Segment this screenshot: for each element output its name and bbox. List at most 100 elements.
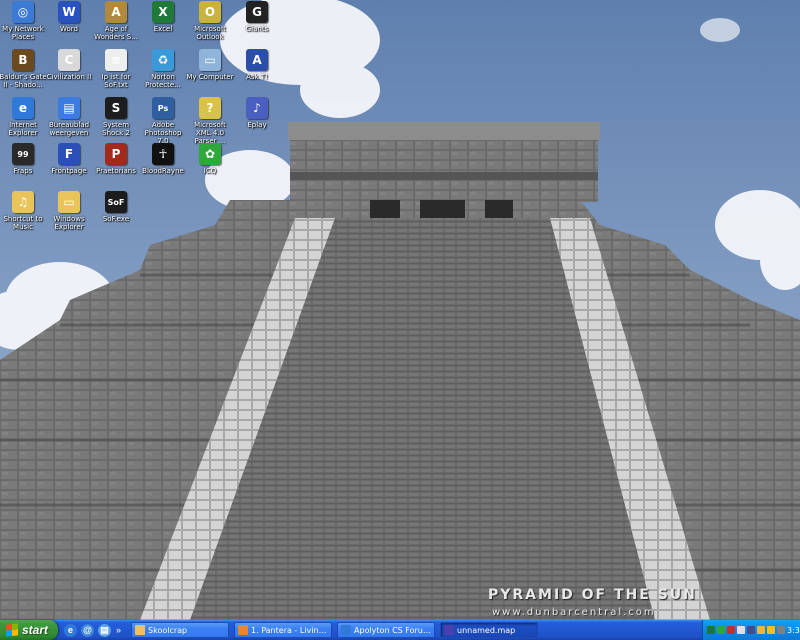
music-folder-icon: ♫ <box>12 191 34 213</box>
desktop-shortcut[interactable]: e Internet Explorer <box>0 97 47 137</box>
desktop-shortcut-label: Adobe Photoshop 7.0 <box>144 121 182 145</box>
antivirus-tray-icon[interactable] <box>777 626 785 634</box>
show-desktop-icon: ▤ <box>58 97 80 119</box>
desktop-shortcut[interactable]: ✿ ICQ <box>186 143 234 175</box>
desktop-shortcut-label: Praetorians <box>96 167 136 175</box>
taskbar-button[interactable]: unnamed.map <box>440 622 539 638</box>
quick-launch-chevron-icon[interactable]: » <box>116 625 121 635</box>
desktop-shortcut[interactable]: ♫ Shortcut to Music <box>0 191 47 231</box>
desktop-shortcut[interactable]: O Microsoft Outlook <box>186 1 234 41</box>
desktop-icon-grid: ◎ My Network Places W Word A Age of Wonders S… <box>0 0 300 240</box>
show-desktop-icon[interactable]: ▤ <box>98 623 111 637</box>
windows-explorer-icon: ▭ <box>58 191 80 213</box>
norton-tray-icon[interactable] <box>767 626 775 634</box>
desktop-shortcut-label: BloodRayne <box>142 167 184 175</box>
age-of-wonders-icon: A <box>105 1 127 23</box>
bloodrayne-icon: ☥ <box>152 143 174 165</box>
taskbar: start e @ ▤ » Skoolcrap 1. Pantera - Living… <box>0 620 800 640</box>
desktop-shortcut[interactable]: ▭ Windows Explorer <box>45 191 93 231</box>
winamp-icon <box>238 625 249 635</box>
network-tray-icon[interactable] <box>707 626 715 634</box>
desktop-shortcut-label: Norton Protecte... <box>145 73 181 89</box>
desktop-shortcut-label: My Computer <box>186 73 234 81</box>
desktop-shortcut-label: Eplay <box>247 121 267 129</box>
desktop-shortcut[interactable]: S System Shock 2 <box>92 97 140 137</box>
text-file-icon: ≡ <box>105 49 127 71</box>
map-editor-icon <box>444 625 455 635</box>
my-computer-icon: ▭ <box>199 49 221 71</box>
taskbar-button[interactable]: Apolyton CS Forums -... <box>337 622 436 638</box>
desktop-shortcut[interactable]: ▭ My Computer <box>186 49 234 81</box>
desktop-shortcut[interactable]: ♪ Eplay <box>233 97 281 129</box>
clock[interactable]: 3:36 <box>787 626 800 635</box>
desktop-shortcut[interactable]: ▤ Bureaublad weergeven <box>45 97 93 137</box>
desktop-shortcut[interactable]: C Civilization II <box>45 49 93 81</box>
desktop-shortcut-label: Civilization II <box>46 73 92 81</box>
taskbar-button[interactable]: 1. Pantera - Living Th... <box>234 622 333 638</box>
system-tray: 3:36 <box>702 620 800 640</box>
desktop-shortcut-label: Excel <box>153 25 173 33</box>
taskbar-button-label: Skoolcrap <box>148 625 188 635</box>
desktop-shortcut[interactable]: Ps Adobe Photoshop 7.0 <box>139 97 187 145</box>
desktop-shortcut[interactable]: ◎ My Network Places <box>0 1 47 41</box>
system-shock-icon: S <box>105 97 127 119</box>
desktop-shortcut[interactable]: X Excel <box>139 1 187 33</box>
quick-launch-bar: e @ ▤ <box>58 623 117 637</box>
monitor-tray-icon[interactable] <box>747 626 755 634</box>
volume-tray-icon[interactable] <box>737 626 745 634</box>
photoshop-icon: Ps <box>152 97 174 119</box>
desktop-shortcut-label: Giants <box>245 25 269 33</box>
icq-tray-icon[interactable] <box>717 626 725 634</box>
icq-flower-icon: ✿ <box>199 143 221 165</box>
desktop-shortcut[interactable]: ? Microsoft XML 4.0 Parser ... <box>186 97 234 145</box>
desktop-shortcut[interactable]: G Giants <box>233 1 281 33</box>
chat-tray-icon[interactable] <box>757 626 765 634</box>
desktop-shortcut-label: Internet Explorer <box>8 121 38 137</box>
desktop-shortcut[interactable]: ≡ Ip ist for SoF.txt <box>92 49 140 89</box>
wallpaper-watermark: PYRAMID OF THE SUN www.dunbarcentral.com <box>488 587 800 619</box>
desktop-shortcut[interactable]: 99 Fraps <box>0 143 47 175</box>
frontpage-icon: F <box>58 143 80 165</box>
desktop-shortcut[interactable]: A Age of Wonders S... <box>92 1 140 41</box>
network-places-icon: ◎ <box>12 1 34 23</box>
excel-icon: X <box>152 1 174 23</box>
outlook-express-icon[interactable]: @ <box>81 623 94 637</box>
desktop-shortcut[interactable]: B Baldur's Gate II - Shado... <box>0 49 47 89</box>
desktop-shortcut[interactable]: P Praetorians <box>92 143 140 175</box>
internet-explorer-icon[interactable]: e <box>64 623 77 637</box>
eplay-icon: ♪ <box>246 97 268 119</box>
taskbar-buttons: Skoolcrap 1. Pantera - Living Th... Apolyt… <box>131 622 543 638</box>
wallpaper-url: www.dunbarcentral.com <box>492 607 656 618</box>
start-button[interactable]: start <box>0 620 58 640</box>
desktop-shortcut[interactable]: ☥ BloodRayne <box>139 143 187 175</box>
windows-flag-icon <box>6 623 18 637</box>
fraps-icon: 99 <box>12 143 34 165</box>
desktop-shortcut-label: Ask T! <box>246 73 268 81</box>
desktop-shortcut[interactable]: F Frontpage <box>45 143 93 175</box>
desktop-shortcut-label: Word <box>60 25 78 33</box>
start-label: start <box>22 623 49 637</box>
desktop-shortcut[interactable]: ♻ Norton Protecte... <box>139 49 187 89</box>
desktop-shortcut-label: ICQ <box>203 167 217 175</box>
desktop-shortcut-label: Bureaublad weergeven <box>48 121 90 137</box>
desktop-shortcut-label: Microsoft XML 4.0 Parser ... <box>194 121 226 145</box>
desktop-shortcut-label: Baldur's Gate II - Shado... <box>0 73 47 89</box>
sof-exe-icon: SoF <box>105 191 127 213</box>
shield-tray-icon[interactable] <box>727 626 735 634</box>
taskbar-button-label: unnamed.map <box>457 625 516 635</box>
internet-explorer-icon: e <box>12 97 34 119</box>
desktop-shortcut-label: Frontpage <box>51 167 87 175</box>
desktop-shortcut[interactable]: SoF SoF.exe <box>92 191 140 223</box>
desktop-shortcut[interactable]: A Ask T! <box>233 49 281 81</box>
desktop-shortcut-label: SoF.exe <box>102 215 130 223</box>
ask-icon: A <box>246 49 268 71</box>
word-icon: W <box>58 1 80 23</box>
desktop-shortcut[interactable]: W Word <box>45 1 93 33</box>
baldurs-gate-icon: B <box>12 49 34 71</box>
desktop-shortcut-label: System Shock 2 <box>102 121 130 137</box>
outlook-icon: O <box>199 1 221 23</box>
taskbar-button[interactable]: Skoolcrap <box>131 622 230 638</box>
folder-icon <box>135 625 146 635</box>
norton-recycle-icon: ♻ <box>152 49 174 71</box>
xml-parser-icon: ? <box>199 97 221 119</box>
